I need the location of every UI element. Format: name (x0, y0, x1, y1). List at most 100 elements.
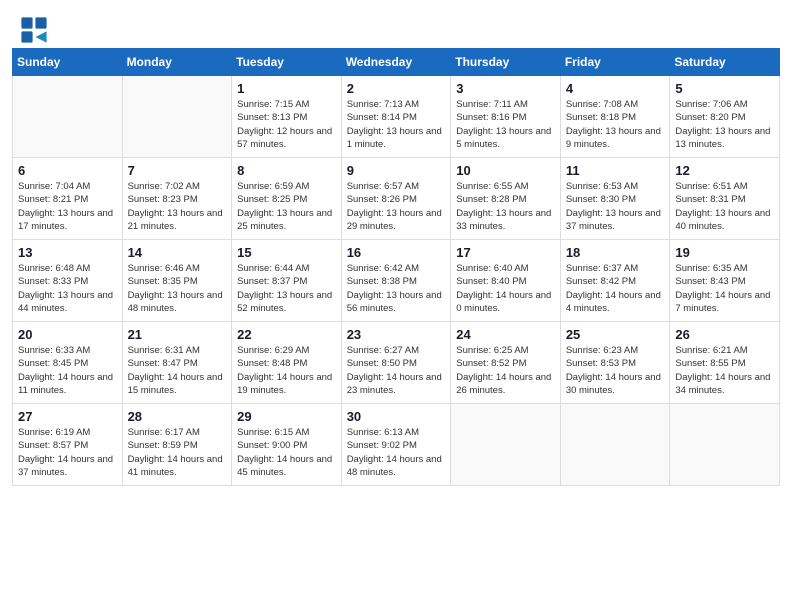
calendar-cell: 25 Sunrise: 6:23 AM Sunset: 8:53 PM Dayli… (560, 322, 670, 404)
day-info: Sunrise: 6:53 AM Sunset: 8:30 PM Dayligh… (566, 180, 665, 233)
day-info: Sunrise: 6:42 AM Sunset: 8:38 PM Dayligh… (347, 262, 446, 315)
calendar-cell: 9Sunrise: 6:57 AM Sunset: 8:26 PM Daylig… (341, 158, 451, 240)
calendar: SundayMondayTuesdayWednesdayThursdayFrid… (0, 48, 792, 498)
day-info: Sunrise: 6:25 AM Sunset: 8:52 PM Dayligh… (456, 344, 555, 397)
calendar-cell (122, 76, 232, 158)
day-number: 17 (456, 245, 555, 260)
day-number: 1 (237, 81, 336, 96)
calendar-cell: 14 Sunrise: 6:46 AM Sunset: 8:35 PM Dayli… (122, 240, 232, 322)
calendar-cell: 28 Sunrise: 6:17 AM Sunset: 8:59 PM Dayli… (122, 404, 232, 486)
calendar-cell: 11 Sunrise: 6:53 AM Sunset: 8:30 PM Dayli… (560, 158, 670, 240)
calendar-week-row: 27 Sunrise: 6:19 AM Sunset: 8:57 PM Dayli… (13, 404, 780, 486)
calendar-week-row: 1 Sunrise: 7:15 AM Sunset: 8:13 PM Daylig… (13, 76, 780, 158)
day-number: 22 (237, 327, 336, 342)
day-info: Sunrise: 6:46 AM Sunset: 8:35 PM Dayligh… (128, 262, 227, 315)
calendar-cell (451, 404, 561, 486)
calendar-cell: 20 Sunrise: 6:33 AM Sunset: 8:45 PM Dayli… (13, 322, 123, 404)
calendar-cell (670, 404, 780, 486)
calendar-cell: 19Sunrise: 6:35 AM Sunset: 8:43 PM Dayli… (670, 240, 780, 322)
day-number: 2 (347, 81, 446, 96)
day-of-week-saturday: Saturday (670, 49, 780, 76)
calendar-cell: 13Sunrise: 6:48 AM Sunset: 8:33 PM Dayli… (13, 240, 123, 322)
day-number: 15 (237, 245, 336, 260)
day-info: Sunrise: 6:13 AM Sunset: 9:02 PM Dayligh… (347, 426, 446, 479)
day-of-week-sunday: Sunday (13, 49, 123, 76)
calendar-cell: 2Sunrise: 7:13 AM Sunset: 8:14 PM Daylig… (341, 76, 451, 158)
day-info: Sunrise: 6:33 AM Sunset: 8:45 PM Dayligh… (18, 344, 117, 397)
calendar-cell: 12 Sunrise: 6:51 AM Sunset: 8:31 PM Dayli… (670, 158, 780, 240)
calendar-cell: 7 Sunrise: 7:02 AM Sunset: 8:23 PM Daylig… (122, 158, 232, 240)
logo-icon (20, 16, 48, 44)
day-info: Sunrise: 6:35 AM Sunset: 8:43 PM Dayligh… (675, 262, 774, 315)
calendar-cell (560, 404, 670, 486)
day-number: 10 (456, 163, 555, 178)
calendar-cell: 23 Sunrise: 6:27 AM Sunset: 8:50 PM Dayli… (341, 322, 451, 404)
day-number: 30 (347, 409, 446, 424)
calendar-week-row: 13Sunrise: 6:48 AM Sunset: 8:33 PM Dayli… (13, 240, 780, 322)
calendar-cell: 3Sunrise: 7:11 AM Sunset: 8:16 PM Daylig… (451, 76, 561, 158)
calendar-cell: 1 Sunrise: 7:15 AM Sunset: 8:13 PM Daylig… (232, 76, 342, 158)
day-number: 26 (675, 327, 774, 342)
day-of-week-monday: Monday (122, 49, 232, 76)
calendar-cell: 30 Sunrise: 6:13 AM Sunset: 9:02 PM Dayli… (341, 404, 451, 486)
calendar-cell: 6Sunrise: 7:04 AM Sunset: 8:21 PM Daylig… (13, 158, 123, 240)
day-info: Sunrise: 7:15 AM Sunset: 8:13 PM Dayligh… (237, 98, 336, 151)
day-of-week-wednesday: Wednesday (341, 49, 451, 76)
day-info: Sunrise: 6:21 AM Sunset: 8:55 PM Dayligh… (675, 344, 774, 397)
calendar-cell: 22 Sunrise: 6:29 AM Sunset: 8:48 PM Dayli… (232, 322, 342, 404)
calendar-table: SundayMondayTuesdayWednesdayThursdayFrid… (12, 48, 780, 486)
day-number: 16 (347, 245, 446, 260)
day-info: Sunrise: 6:29 AM Sunset: 8:48 PM Dayligh… (237, 344, 336, 397)
day-of-week-tuesday: Tuesday (232, 49, 342, 76)
day-number: 6 (18, 163, 117, 178)
day-info: Sunrise: 6:17 AM Sunset: 8:59 PM Dayligh… (128, 426, 227, 479)
day-number: 29 (237, 409, 336, 424)
calendar-cell: 26 Sunrise: 6:21 AM Sunset: 8:55 PM Dayli… (670, 322, 780, 404)
calendar-cell: 5Sunrise: 7:06 AM Sunset: 8:20 PM Daylig… (670, 76, 780, 158)
day-number: 3 (456, 81, 555, 96)
calendar-cell: 27 Sunrise: 6:19 AM Sunset: 8:57 PM Dayli… (13, 404, 123, 486)
calendar-cell: 15 Sunrise: 6:44 AM Sunset: 8:37 PM Dayli… (232, 240, 342, 322)
day-number: 25 (566, 327, 665, 342)
day-number: 20 (18, 327, 117, 342)
calendar-cell: 18Sunrise: 6:37 AM Sunset: 8:42 PM Dayli… (560, 240, 670, 322)
day-info: Sunrise: 6:48 AM Sunset: 8:33 PM Dayligh… (18, 262, 117, 315)
day-number: 24 (456, 327, 555, 342)
day-number: 21 (128, 327, 227, 342)
calendar-cell: 24 Sunrise: 6:25 AM Sunset: 8:52 PM Dayli… (451, 322, 561, 404)
calendar-cell: 8 Sunrise: 6:59 AM Sunset: 8:25 PM Daylig… (232, 158, 342, 240)
calendar-cell: 4 Sunrise: 7:08 AM Sunset: 8:18 PM Daylig… (560, 76, 670, 158)
day-number: 7 (128, 163, 227, 178)
day-info: Sunrise: 6:19 AM Sunset: 8:57 PM Dayligh… (18, 426, 117, 479)
day-info: Sunrise: 6:44 AM Sunset: 8:37 PM Dayligh… (237, 262, 336, 315)
calendar-week-row: 20 Sunrise: 6:33 AM Sunset: 8:45 PM Dayli… (13, 322, 780, 404)
day-info: Sunrise: 6:59 AM Sunset: 8:25 PM Dayligh… (237, 180, 336, 233)
day-info: Sunrise: 7:02 AM Sunset: 8:23 PM Dayligh… (128, 180, 227, 233)
day-number: 12 (675, 163, 774, 178)
calendar-cell: 17Sunrise: 6:40 AM Sunset: 8:40 PM Dayli… (451, 240, 561, 322)
day-number: 28 (128, 409, 227, 424)
day-info: Sunrise: 6:15 AM Sunset: 9:00 PM Dayligh… (237, 426, 336, 479)
calendar-header-row: SundayMondayTuesdayWednesdayThursdayFrid… (13, 49, 780, 76)
calendar-cell: 21Sunrise: 6:31 AM Sunset: 8:47 PM Dayli… (122, 322, 232, 404)
day-number: 23 (347, 327, 446, 342)
day-number: 5 (675, 81, 774, 96)
day-number: 14 (128, 245, 227, 260)
logo (20, 16, 50, 44)
day-info: Sunrise: 6:51 AM Sunset: 8:31 PM Dayligh… (675, 180, 774, 233)
calendar-cell: 10Sunrise: 6:55 AM Sunset: 8:28 PM Dayli… (451, 158, 561, 240)
calendar-cell: 16 Sunrise: 6:42 AM Sunset: 8:38 PM Dayli… (341, 240, 451, 322)
day-info: Sunrise: 6:27 AM Sunset: 8:50 PM Dayligh… (347, 344, 446, 397)
day-of-week-friday: Friday (560, 49, 670, 76)
day-number: 11 (566, 163, 665, 178)
day-number: 27 (18, 409, 117, 424)
day-of-week-thursday: Thursday (451, 49, 561, 76)
calendar-cell: 29 Sunrise: 6:15 AM Sunset: 9:00 PM Dayli… (232, 404, 342, 486)
page-header (0, 0, 792, 48)
day-info: Sunrise: 6:23 AM Sunset: 8:53 PM Dayligh… (566, 344, 665, 397)
day-number: 18 (566, 245, 665, 260)
day-number: 4 (566, 81, 665, 96)
day-number: 9 (347, 163, 446, 178)
day-info: Sunrise: 7:08 AM Sunset: 8:18 PM Dayligh… (566, 98, 665, 151)
day-number: 8 (237, 163, 336, 178)
